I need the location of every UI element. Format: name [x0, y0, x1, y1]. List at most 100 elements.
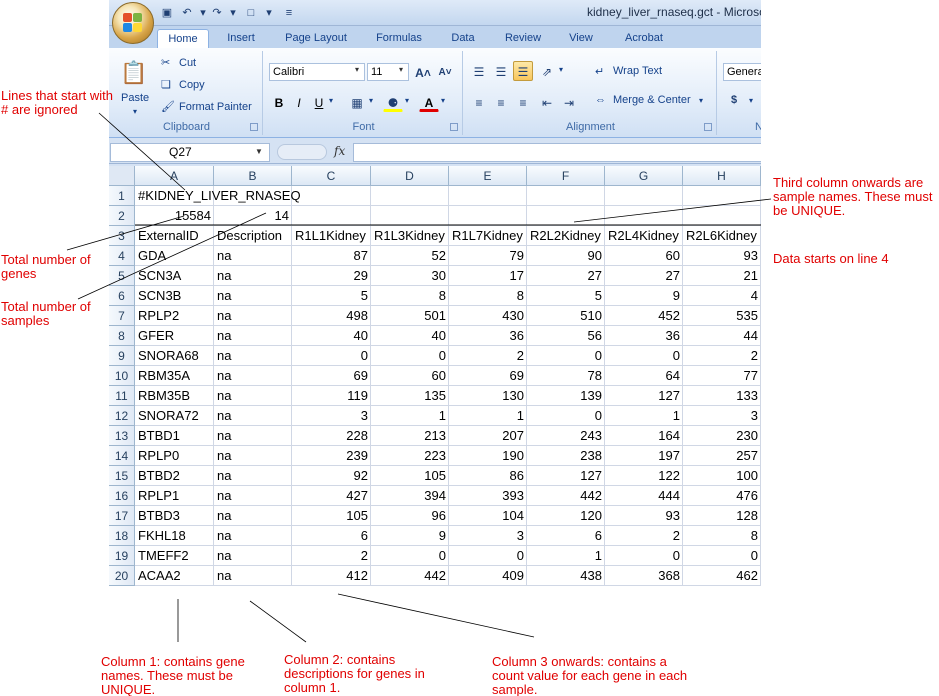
number-format-select[interactable]: Genera: [723, 63, 761, 81]
borders-dropdown-icon[interactable]: ▾: [369, 96, 373, 105]
cell[interactable]: [292, 186, 371, 206]
cell[interactable]: [292, 206, 371, 226]
orientation-dropdown-icon[interactable]: ▾: [559, 65, 563, 74]
merge-center-icon[interactable]: ⇔: [595, 94, 606, 106]
tab-acrobat[interactable]: Acrobat: [615, 29, 673, 48]
cut-button[interactable]: Cut: [179, 57, 196, 69]
row-header[interactable]: 9: [109, 346, 135, 366]
cell[interactable]: [683, 186, 761, 206]
clipboard-launcher-icon[interactable]: [250, 123, 258, 131]
new-document-icon[interactable]: □: [243, 5, 259, 21]
shrink-font-icon[interactable]: A˅: [435, 62, 455, 82]
italic-button[interactable]: I: [289, 92, 309, 112]
wrap-text-icon[interactable]: ↵: [595, 65, 604, 78]
quick-access-dropdown-icon[interactable]: ▾: [261, 5, 277, 21]
row-header[interactable]: 4: [109, 246, 135, 266]
align-center-icon[interactable]: ≡: [491, 92, 511, 112]
column-header-a[interactable]: A: [135, 166, 214, 186]
grow-font-icon[interactable]: A˄: [413, 62, 433, 82]
cell[interactable]: [683, 206, 761, 226]
font-color-icon[interactable]: A: [419, 92, 439, 112]
fill-color-icon[interactable]: ⚈: [383, 92, 403, 112]
cell[interactable]: [605, 186, 683, 206]
redo-dropdown-icon[interactable]: ▾: [225, 5, 241, 21]
row-header[interactable]: 5: [109, 266, 135, 286]
underline-button[interactable]: U: [309, 92, 329, 112]
align-bottom-icon[interactable]: ☰: [513, 61, 533, 81]
align-middle-icon[interactable]: ☰: [491, 61, 511, 81]
column-header-h[interactable]: H: [683, 166, 761, 186]
tab-insert[interactable]: Insert: [219, 29, 263, 48]
column-header-f[interactable]: F: [527, 166, 605, 186]
name-box-dropdown-icon[interactable]: ▼: [255, 147, 263, 156]
column-header-b[interactable]: B: [214, 166, 292, 186]
cell[interactable]: [449, 186, 527, 206]
tab-view[interactable]: View: [561, 29, 601, 48]
row-header[interactable]: 7: [109, 306, 135, 326]
row-header[interactable]: 3: [109, 226, 135, 246]
row-header[interactable]: 6: [109, 286, 135, 306]
cut-icon[interactable]: ✂: [161, 56, 170, 69]
increase-indent-icon[interactable]: ⇥: [559, 92, 579, 112]
wrap-text-button[interactable]: Wrap Text: [613, 65, 662, 77]
column-header-d[interactable]: D: [371, 166, 449, 186]
cell[interactable]: [527, 186, 605, 206]
paste-button[interactable]: Paste: [121, 92, 149, 104]
cell[interactable]: [449, 206, 527, 226]
alignment-launcher-icon[interactable]: [704, 123, 712, 131]
font-color-dropdown-icon[interactable]: ▾: [441, 96, 445, 105]
paste-dropdown-icon[interactable]: ▾: [133, 107, 137, 116]
row-header[interactable]: 14: [109, 446, 135, 466]
row-header[interactable]: 20: [109, 566, 135, 586]
row-header[interactable]: 15: [109, 466, 135, 486]
row-header[interactable]: 17: [109, 506, 135, 526]
tab-data[interactable]: Data: [443, 29, 483, 48]
undo-icon[interactable]: ↶: [179, 5, 195, 21]
paste-icon[interactable]: 📋: [119, 57, 149, 87]
customize-toolbar-icon[interactable]: ≡: [281, 5, 297, 21]
row-header[interactable]: 13: [109, 426, 135, 446]
cell[interactable]: [371, 186, 449, 206]
row-header[interactable]: 12: [109, 406, 135, 426]
row-header[interactable]: 2: [109, 206, 135, 226]
cell[interactable]: [605, 206, 683, 226]
format-painter-icon[interactable]: 🖌: [161, 100, 175, 113]
bold-button[interactable]: B: [269, 92, 289, 112]
cell[interactable]: [371, 206, 449, 226]
format-painter-button[interactable]: Format Painter: [179, 101, 252, 113]
save-icon[interactable]: ▣: [159, 5, 175, 21]
font-name-select[interactable]: Calibri: [269, 63, 365, 81]
row-header[interactable]: 11: [109, 386, 135, 406]
formula-input[interactable]: [353, 143, 761, 162]
font-launcher-icon[interactable]: [450, 123, 458, 131]
row-header[interactable]: 8: [109, 326, 135, 346]
select-all-corner[interactable]: [109, 166, 135, 186]
row-header[interactable]: 18: [109, 526, 135, 546]
name-box[interactable]: Q27: [110, 143, 270, 162]
tab-review[interactable]: Review: [497, 29, 549, 48]
tab-home[interactable]: Home: [157, 29, 209, 48]
currency-button[interactable]: $: [731, 94, 737, 106]
merge-dropdown-icon[interactable]: ▾: [699, 96, 703, 105]
row-header[interactable]: 10: [109, 366, 135, 386]
currency-dropdown-icon[interactable]: ▾: [749, 96, 753, 105]
tab-page-layout[interactable]: Page Layout: [277, 29, 355, 48]
fill-color-dropdown-icon[interactable]: ▾: [405, 96, 409, 105]
align-top-icon[interactable]: ☰: [469, 61, 489, 81]
align-left-icon[interactable]: ≡: [469, 92, 489, 112]
row-header[interactable]: 1: [109, 186, 135, 206]
redo-icon[interactable]: ↷: [209, 5, 225, 21]
insert-function-icon[interactable]: fx: [334, 144, 345, 158]
formula-bar-handle[interactable]: [277, 144, 327, 160]
row-header[interactable]: 19: [109, 546, 135, 566]
column-header-g[interactable]: G: [605, 166, 683, 186]
copy-icon[interactable]: ❏: [161, 78, 171, 91]
copy-button[interactable]: Copy: [179, 79, 205, 91]
font-size-dropdown-icon[interactable]: ▾: [399, 65, 403, 74]
align-right-icon[interactable]: ≡: [513, 92, 533, 112]
borders-icon[interactable]: ▦: [347, 92, 367, 112]
font-name-dropdown-icon[interactable]: ▾: [355, 65, 359, 74]
tab-formulas[interactable]: Formulas: [369, 29, 429, 48]
column-header-c[interactable]: C: [292, 166, 371, 186]
cell[interactable]: [527, 206, 605, 226]
